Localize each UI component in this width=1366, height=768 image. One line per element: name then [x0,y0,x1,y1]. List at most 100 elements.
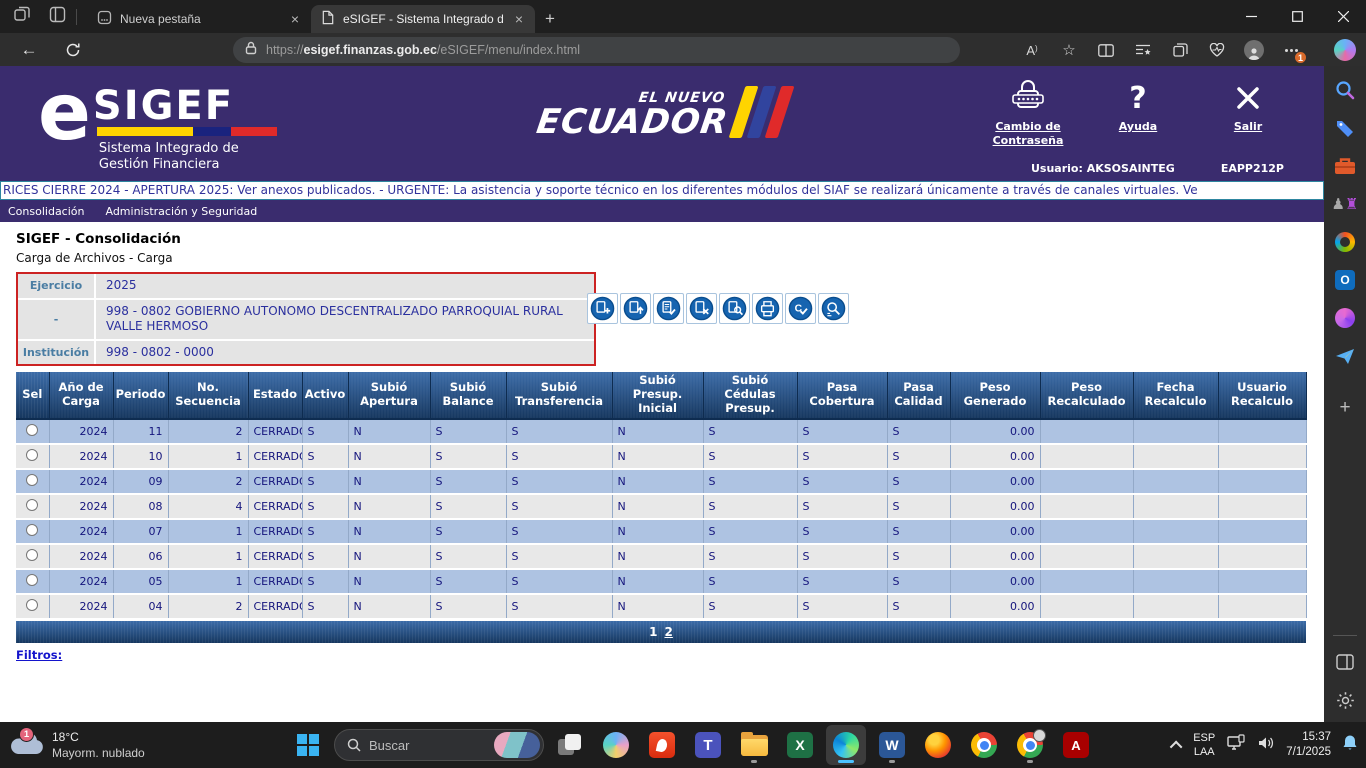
table-cell: S [302,494,348,519]
workspaces-icon[interactable] [49,6,66,28]
split-screen-icon[interactable] [1091,37,1121,63]
excel-taskbar-icon[interactable]: X [780,725,820,765]
change-password-button[interactable]: Cambio de Contraseña [986,76,1070,148]
column-header: No. Secuencia [168,372,248,418]
password-lock-icon [1008,76,1048,120]
microsoft-365-icon[interactable] [1333,230,1357,254]
collections-icon[interactable] [1165,37,1195,63]
table-cell: N [348,419,430,444]
tab-groups-icon[interactable] [14,6,31,28]
row-select-radio[interactable] [26,524,38,536]
new-tab-button[interactable]: + [545,9,555,29]
toolbox-icon[interactable] [1333,154,1357,178]
favorites-hub-icon[interactable] [1128,37,1158,63]
view-file-button[interactable] [719,293,750,324]
form-value: 998 - 0802 - 0000 [96,341,594,365]
table-cell: S [430,469,506,494]
word-taskbar-icon[interactable]: W [872,725,912,765]
tab-close-icon[interactable]: × [287,11,303,27]
recalculate-search-button[interactable] [818,293,849,324]
row-select-radio[interactable] [26,599,38,611]
window-close-button[interactable] [1320,0,1366,33]
menu-item-administracion[interactable]: Administración y Seguridad [105,205,257,218]
start-button[interactable] [288,725,328,765]
essentials-icon[interactable] [1202,37,1232,63]
delete-file-button[interactable] [686,293,717,324]
table-cell: CERRADO [248,569,302,594]
outlook-icon[interactable]: O [1333,268,1357,292]
column-header: Pasa Calidad [887,372,950,418]
new-file-button[interactable] [587,293,618,324]
search-icon[interactable] [1333,78,1357,102]
refresh-button[interactable] [60,37,86,63]
firefox-taskbar-icon[interactable] [918,725,958,765]
task-view-taskbar-icon[interactable] [550,725,590,765]
notification-bell-icon[interactable] [1342,734,1358,756]
designer-icon[interactable] [1333,306,1357,330]
upload-file-button[interactable] [620,293,651,324]
weather-widget[interactable]: 1 18°C Mayorm. nublado [10,729,145,761]
chrome-profile-taskbar-icon[interactable] [1010,725,1050,765]
chrome-taskbar-icon[interactable] [964,725,1004,765]
help-button[interactable]: ? Ayuda [1096,76,1180,148]
column-header: Periodo [113,372,168,418]
view-file-icon [721,295,748,322]
table-cell: 1 [168,444,248,469]
exit-button[interactable]: Salir [1206,76,1290,148]
row-select-radio[interactable] [26,449,38,461]
row-select-radio[interactable] [26,574,38,586]
copilot-taskbar-icon[interactable] [596,725,636,765]
page-link-2[interactable]: 2 [665,625,673,639]
table-row: 2024071CERRADOSNSSNSSS0.00 [16,519,1306,544]
esigef-page: e SIGEF Sistema Integrado de Gestión Fin… [0,66,1324,722]
profile-icon[interactable] [1239,37,1269,63]
tab-close-icon[interactable]: × [511,11,527,27]
taskbar-search[interactable]: Buscar [334,729,544,761]
acrobat-taskbar-icon[interactable]: A [1056,725,1096,765]
customize-panel-icon[interactable] [1333,650,1357,674]
approve-quality-button[interactable]: C [785,293,816,324]
row-select-radio[interactable] [26,549,38,561]
table-cell [1133,569,1218,594]
clock[interactable]: 15:377/1/2025 [1286,730,1331,760]
table-cell: S [703,444,797,469]
shopping-icon[interactable] [1333,116,1357,140]
tray-expand-icon[interactable] [1170,740,1183,753]
url-bar[interactable]: https://esigef.finanzas.gob.ec/eSIGEF/me… [233,37,960,63]
tab-nueva-pestana[interactable]: Nueva pestaña × [87,5,311,33]
games-icon[interactable]: ♟♜ [1333,192,1357,216]
read-aloud-icon[interactable]: A) [1017,37,1047,63]
favorites-icon[interactable]: ☆ [1054,37,1084,63]
table-cell: S [506,469,612,494]
teams-taskbar-icon[interactable]: T [688,725,728,765]
table-row: 2024051CERRADOSNSSNSSS0.00 [16,569,1306,594]
settings-icon[interactable] [1333,688,1357,712]
network-icon[interactable] [1226,734,1246,757]
edge-taskbar-icon[interactable] [826,725,866,765]
table-cell: S [430,419,506,444]
window-minimize-button[interactable] [1228,0,1274,33]
window-maximize-button[interactable] [1274,0,1320,33]
drop-icon[interactable] [1333,344,1357,368]
menu-item-consolidacion[interactable]: Consolidación [8,205,84,218]
pdf-tool-taskbar-icon[interactable] [642,725,682,765]
validate-file-button[interactable] [653,293,684,324]
more-icon[interactable]: 1 [1276,37,1306,63]
tab-esigef[interactable]: eSIGEF - Sistema Integrado de G × [311,5,535,33]
copilot-icon[interactable] [1334,39,1356,61]
table-cell: 05 [113,569,168,594]
table-cell: 0.00 [950,594,1040,619]
table-cell: S [430,594,506,619]
table-cell: S [506,544,612,569]
file-explorer-taskbar-icon[interactable] [734,725,774,765]
language-indicator[interactable]: ESPLAA [1193,731,1215,760]
column-header: Peso Generado [950,372,1040,418]
print-button[interactable] [752,293,783,324]
back-button[interactable]: ← [16,37,42,63]
volume-icon[interactable] [1257,735,1275,756]
row-select-radio[interactable] [26,499,38,511]
row-select-radio[interactable] [26,474,38,486]
row-select-radio[interactable] [26,424,38,436]
filters-link[interactable]: Filtros: [16,648,62,662]
add-icon[interactable]: + [1333,396,1357,420]
